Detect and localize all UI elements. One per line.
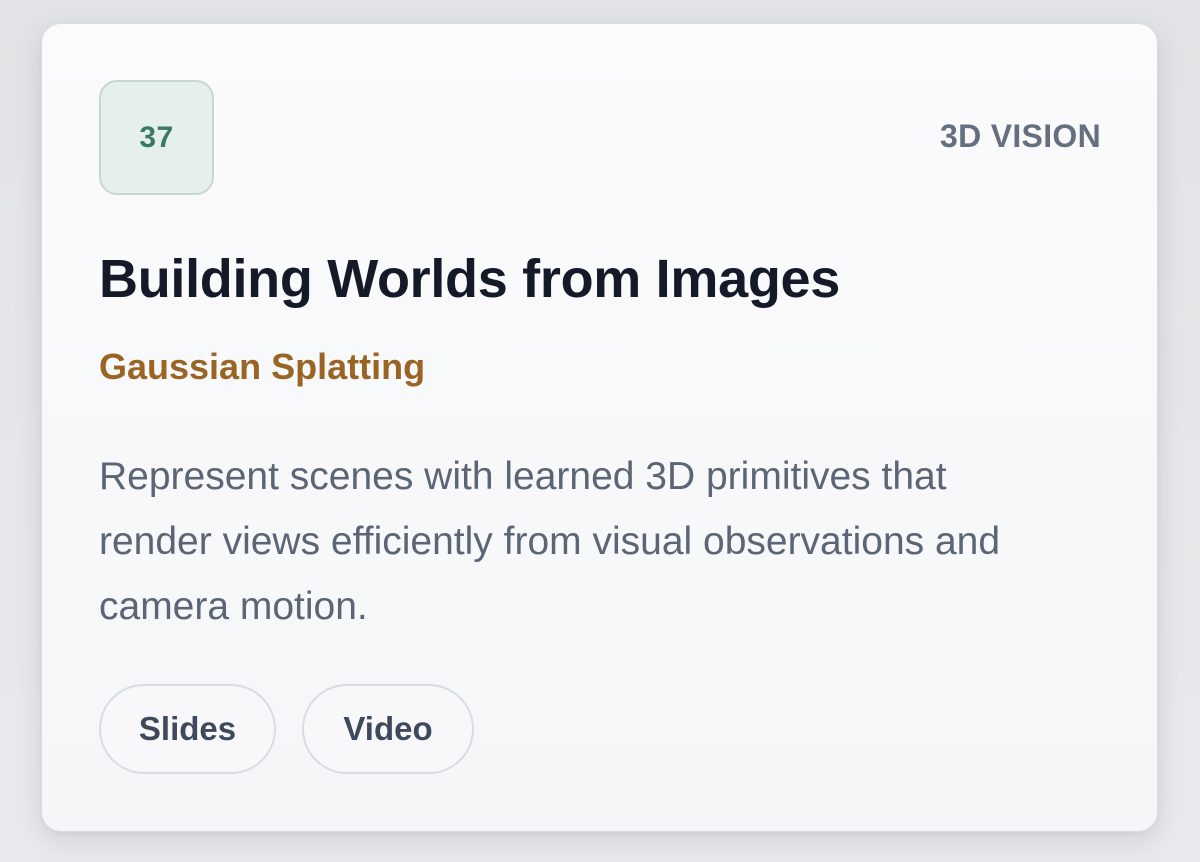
page-background: 37 3D VISION Building Worlds from Images…	[0, 0, 1200, 862]
card-description: Represent scenes with learned 3D primiti…	[99, 455, 1001, 628]
rank-badge: 37	[99, 80, 214, 195]
category-label: 3D VISION	[940, 118, 1101, 154]
slides-button[interactable]: Slides	[99, 684, 276, 774]
topic-card: 37 3D VISION Building Worlds from Images…	[41, 23, 1158, 832]
video-button[interactable]: Video	[302, 684, 474, 774]
resource-buttons: Slides Video	[99, 684, 474, 774]
card-subtitle: Gaussian Splatting	[99, 346, 426, 387]
rank-number: 37	[139, 120, 174, 154]
card-title: Building Worlds from Images	[99, 249, 840, 309]
